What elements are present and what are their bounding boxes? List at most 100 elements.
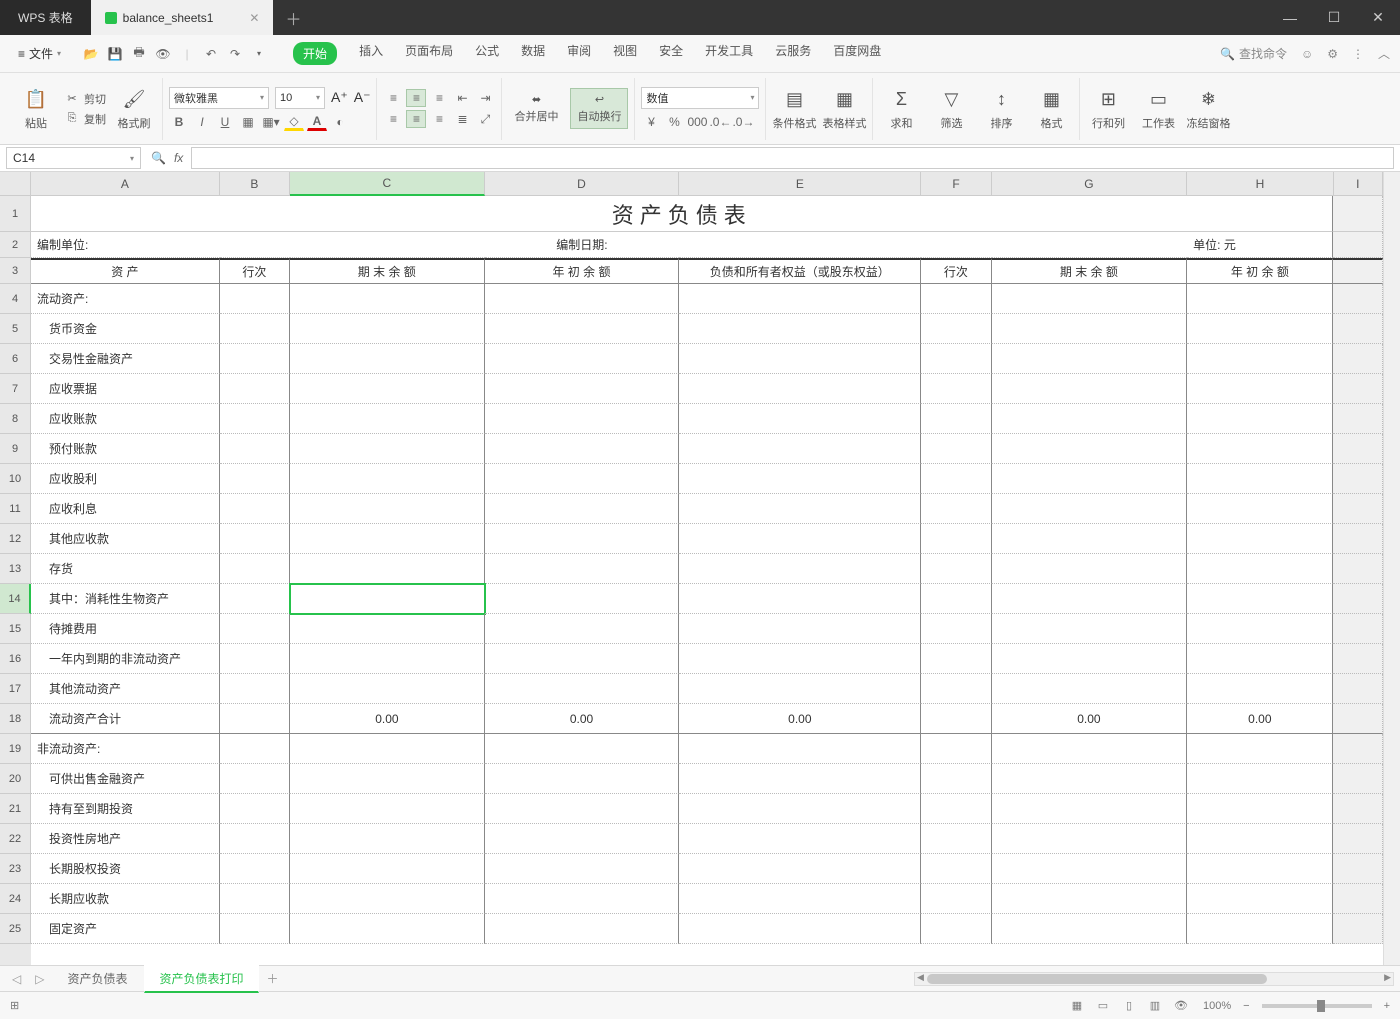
print-icon[interactable]: 🖶	[131, 46, 147, 62]
tab-data[interactable]: 数据	[521, 42, 545, 65]
close-window-icon[interactable]: ✕	[1356, 0, 1400, 35]
font-size-select[interactable]: 10▾	[275, 87, 325, 109]
row-header-11[interactable]: 11	[0, 494, 31, 524]
redo-icon[interactable]: ↷	[227, 46, 243, 62]
sheet-tab-1[interactable]: 资产负债表	[52, 965, 142, 992]
indent-decrease-icon[interactable]: ⇤	[452, 89, 472, 107]
row-header-25[interactable]: 25	[0, 914, 31, 944]
open-icon[interactable]: 📂	[83, 46, 99, 62]
zoom-slider[interactable]	[1262, 1004, 1372, 1008]
col-header-I[interactable]: I	[1334, 172, 1383, 196]
maximize-icon[interactable]: ☐	[1312, 0, 1356, 35]
col-header-G[interactable]: G	[992, 172, 1188, 196]
minimize-icon[interactable]: —	[1268, 0, 1312, 35]
row-header-12[interactable]: 12	[0, 524, 31, 554]
filter-button[interactable]: ▽筛选	[929, 87, 973, 131]
view-eye-icon[interactable]: 👁	[1171, 997, 1191, 1015]
row-col-button[interactable]: ⊞行和列	[1086, 87, 1130, 131]
tab-view[interactable]: 视图	[613, 42, 637, 65]
row-header-5[interactable]: 5	[0, 314, 31, 344]
font-name-select[interactable]: 微软雅黑▾	[169, 87, 269, 109]
cell-fill-icon[interactable]: ▦▾	[261, 113, 281, 131]
new-tab-button[interactable]: ＋	[273, 0, 313, 35]
undo-icon[interactable]: ↶	[203, 46, 219, 62]
formula-input[interactable]	[191, 147, 1394, 169]
copy-button[interactable]: ⎘复制	[64, 111, 106, 127]
tab-formula[interactable]: 公式	[475, 42, 499, 65]
horizontal-scrollbar[interactable]: ◀ ▶	[914, 972, 1394, 986]
increase-font-icon[interactable]: A⁺	[331, 89, 348, 106]
gear-icon[interactable]: ⚙	[1327, 47, 1338, 61]
row-header-17[interactable]: 17	[0, 674, 31, 704]
col-header-E[interactable]: E	[679, 172, 921, 196]
merge-center-button[interactable]: ⬌合并居中	[508, 89, 564, 128]
view-page-icon[interactable]: ▭	[1093, 997, 1113, 1015]
more-icon[interactable]: ⋮	[1352, 47, 1364, 61]
increase-decimal-icon[interactable]: .0←	[710, 113, 730, 131]
select-all-corner[interactable]	[0, 172, 31, 196]
align-top-right-icon[interactable]: ≡	[429, 89, 449, 107]
underline-icon[interactable]: U	[215, 113, 235, 131]
row-header-24[interactable]: 24	[0, 884, 31, 914]
paste-button[interactable]: 📋粘贴	[14, 87, 58, 131]
italic-icon[interactable]: I	[192, 113, 212, 131]
zoom-out-icon[interactable]: −	[1243, 1000, 1249, 1012]
view-normal-icon[interactable]: ▦	[1067, 997, 1087, 1015]
view-break-icon[interactable]: ▯	[1119, 997, 1139, 1015]
align-top-center-icon[interactable]: ≡	[406, 89, 426, 107]
save-icon[interactable]: 💾	[107, 46, 123, 62]
border-icon[interactable]: ▦	[238, 113, 258, 131]
fill-color-icon[interactable]: ◇	[284, 113, 304, 131]
fx-icon[interactable]: fx	[174, 151, 183, 165]
phonetic-icon[interactable]: ◐	[330, 113, 350, 131]
align-left-icon[interactable]: ≡	[383, 110, 403, 128]
row-header-16[interactable]: 16	[0, 644, 31, 674]
hscroll-thumb[interactable]	[927, 974, 1267, 984]
tab-dev-tools[interactable]: 开发工具	[705, 42, 753, 65]
row-header-8[interactable]: 8	[0, 404, 31, 434]
col-header-C[interactable]: C	[290, 172, 485, 196]
tab-page-layout[interactable]: 页面布局	[405, 42, 453, 65]
col-header-B[interactable]: B	[220, 172, 290, 196]
wrap-text-button[interactable]: ↩自动换行	[570, 88, 628, 129]
lens-icon[interactable]: 🔍	[151, 151, 166, 165]
row-header-3[interactable]: 3	[0, 258, 31, 284]
orientation-icon[interactable]: ⤢	[475, 110, 495, 128]
worksheet-button[interactable]: ▭工作表	[1136, 87, 1180, 131]
conditional-format-button[interactable]: ▤条件格式	[772, 87, 816, 131]
tab-nav-next-icon[interactable]: ▷	[29, 972, 50, 986]
name-box[interactable]: C14▾	[6, 147, 141, 169]
row-header-2[interactable]: 2	[0, 232, 31, 258]
row-header-1[interactable]: 1	[0, 196, 31, 232]
row-header-22[interactable]: 22	[0, 824, 31, 854]
align-justify-icon[interactable]: ≣	[452, 110, 472, 128]
smiley-icon[interactable]: ☺	[1301, 47, 1313, 61]
zoom-value[interactable]: 100%	[1203, 1000, 1231, 1012]
sum-button[interactable]: Σ求和	[879, 87, 923, 131]
file-menu[interactable]: ≡ 文件 ▾	[10, 41, 69, 66]
font-color-icon[interactable]: A	[307, 113, 327, 131]
col-header-F[interactable]: F	[921, 172, 991, 196]
sort-button[interactable]: ↕排序	[979, 87, 1023, 131]
preview-icon[interactable]: 👁	[155, 46, 171, 62]
row-header-15[interactable]: 15	[0, 614, 31, 644]
col-header-D[interactable]: D	[485, 172, 680, 196]
row-header-7[interactable]: 7	[0, 374, 31, 404]
percent-icon[interactable]: %	[664, 113, 684, 131]
number-format-select[interactable]: 数值▾	[641, 87, 759, 109]
tab-nav-prev-icon[interactable]: ◁	[6, 972, 27, 986]
decrease-decimal-icon[interactable]: .0→	[733, 113, 753, 131]
cut-button[interactable]: ✂剪切	[64, 91, 106, 107]
tab-insert[interactable]: 插入	[359, 42, 383, 65]
format-button[interactable]: ▦格式	[1029, 87, 1073, 131]
decrease-font-icon[interactable]: A⁻	[354, 89, 371, 106]
cells-area[interactable]: 资产负债表编制单位:编制日期:单位: 元资 产行次期 末 余 额年 初 余 额负…	[31, 196, 1383, 965]
vertical-scrollbar[interactable]	[1383, 172, 1400, 965]
view-read-icon[interactable]: ▥	[1145, 997, 1165, 1015]
row-header-6[interactable]: 6	[0, 344, 31, 374]
table-style-button[interactable]: ▦表格样式	[822, 87, 866, 131]
row-header-13[interactable]: 13	[0, 554, 31, 584]
freeze-panes-button[interactable]: ❄冻结窗格	[1186, 87, 1230, 131]
col-header-A[interactable]: A	[31, 172, 220, 196]
row-header-21[interactable]: 21	[0, 794, 31, 824]
